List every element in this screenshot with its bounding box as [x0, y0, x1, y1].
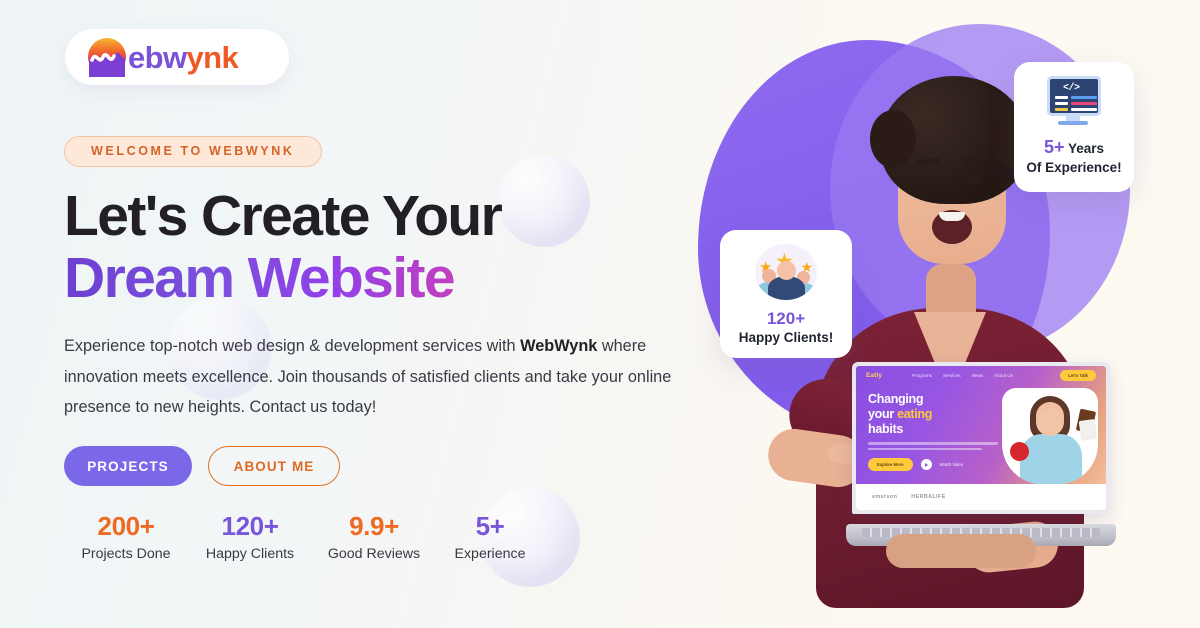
mockup-model-photo	[1002, 388, 1098, 484]
stat-item: 5+ Experience	[436, 511, 544, 563]
mockup-nav-links: Programs Services News About Us	[912, 373, 1013, 378]
stat-number: 9.9+	[349, 511, 399, 542]
laptop-lid: Eatly Programs Services News About Us Le…	[852, 362, 1110, 514]
mockup-watch-video: Watch Video	[939, 462, 964, 468]
stat-item: 200+ Projects Done	[64, 511, 188, 563]
page-title: Let's Create Your Dream Website	[64, 185, 704, 309]
brand-name-orange: ynk	[186, 39, 239, 75]
experience-number: 5+	[1043, 137, 1065, 157]
mockup-logo: Eatly	[866, 371, 883, 379]
clients-label: Happy Clients!	[738, 330, 834, 346]
code-monitor-icon: </>	[1043, 76, 1105, 128]
mockup-partners: emerson HERBALIFE	[856, 484, 1106, 510]
partner-logo: HERBALIFE	[911, 494, 946, 500]
stat-item: 120+ Happy Clients	[188, 511, 312, 563]
stat-label: Projects Done	[81, 546, 171, 563]
stats-row: 200+ Projects Done 120+ Happy Clients 9.…	[64, 511, 704, 563]
holding-hand	[886, 534, 1036, 568]
stat-number: 120+	[221, 511, 279, 542]
mockup-hero: Changing your eating habits Explore More…	[868, 392, 998, 472]
clients-card: ★ ★ ★ 120+ Happy Clients!	[720, 230, 852, 358]
stat-number: 200+	[97, 511, 155, 542]
experience-card-text: 5+ Years Of Experience!	[1014, 136, 1134, 176]
brand-name: ebwynk	[128, 39, 239, 75]
mockup-navbar: Eatly Programs Services News About Us Le…	[856, 366, 1106, 384]
experience-card: </> 5+ Years Of Experience!	[1014, 62, 1134, 192]
stat-label: Experience	[454, 546, 526, 563]
mockup-headline: Changing your eating habits	[868, 392, 998, 436]
experience-subtitle: Of Experience!	[1026, 159, 1122, 175]
clients-number: 120+	[766, 309, 806, 328]
heading-line-2: Dream Website	[64, 247, 704, 309]
mockup-headline-accent: eating	[897, 406, 933, 421]
description-brand: WebWynk	[520, 337, 598, 356]
mockup-nav-item: About Us	[994, 372, 1013, 378]
mockup-paragraph	[868, 442, 998, 451]
brand-name-purple: ebw	[128, 39, 187, 75]
description-part-1: Experience top-notch web design & develo…	[64, 337, 521, 356]
laptop-mockup: Eatly Programs Services News About Us Le…	[846, 362, 1116, 572]
heading-line-1: Let's Create Your	[64, 184, 503, 248]
avatar	[777, 261, 796, 280]
mockup-headline-2: your	[868, 406, 898, 421]
laptop-screen: Eatly Programs Services News About Us Le…	[856, 366, 1106, 510]
hero-description: Experience top-notch web design & develo…	[64, 331, 676, 422]
partner-logo: emerson	[872, 494, 898, 500]
mockup-headline-1: Changing	[868, 392, 924, 406]
experience-years-label: Years	[1064, 141, 1105, 156]
three-stars-avatars-icon: ★ ★ ★	[755, 244, 817, 300]
mockup-nav-item: Programs	[912, 372, 932, 378]
mockup-explore-button: Explore More	[868, 458, 913, 472]
stat-item: 9.9+ Good Reviews	[312, 511, 436, 563]
hero-content: WELCOME TO WEBWYNK Let's Create Your Dre…	[64, 136, 704, 562]
mockup-nav-cta: Let's Talk	[1060, 369, 1096, 381]
stat-label: Happy Clients	[205, 546, 295, 563]
projects-button[interactable]: PROJECTS	[64, 446, 192, 487]
hero-banner: ebwynk WELCOME TO WEBWYNK Let's Create Y…	[0, 0, 1200, 628]
play-icon	[920, 459, 932, 471]
cta-row: PROJECTS ABOUT ME	[64, 446, 704, 487]
about-me-button[interactable]: ABOUT ME	[208, 446, 340, 487]
stat-number: 5+	[475, 511, 505, 542]
mockup-nav-item: Services	[942, 372, 961, 378]
welcome-badge: WELCOME TO WEBWYNK	[64, 136, 322, 167]
mockup-headline-3: habits	[868, 421, 904, 436]
clients-card-text: 120+ Happy Clients!	[720, 308, 852, 346]
stat-label: Good Reviews	[327, 546, 421, 563]
mockup-buttons: Explore More Watch Video	[868, 458, 998, 472]
brand-logo[interactable]: ebwynk	[65, 29, 289, 85]
mockup-nav-item: News	[971, 372, 984, 378]
webwynk-wave-logo-icon	[87, 37, 127, 77]
